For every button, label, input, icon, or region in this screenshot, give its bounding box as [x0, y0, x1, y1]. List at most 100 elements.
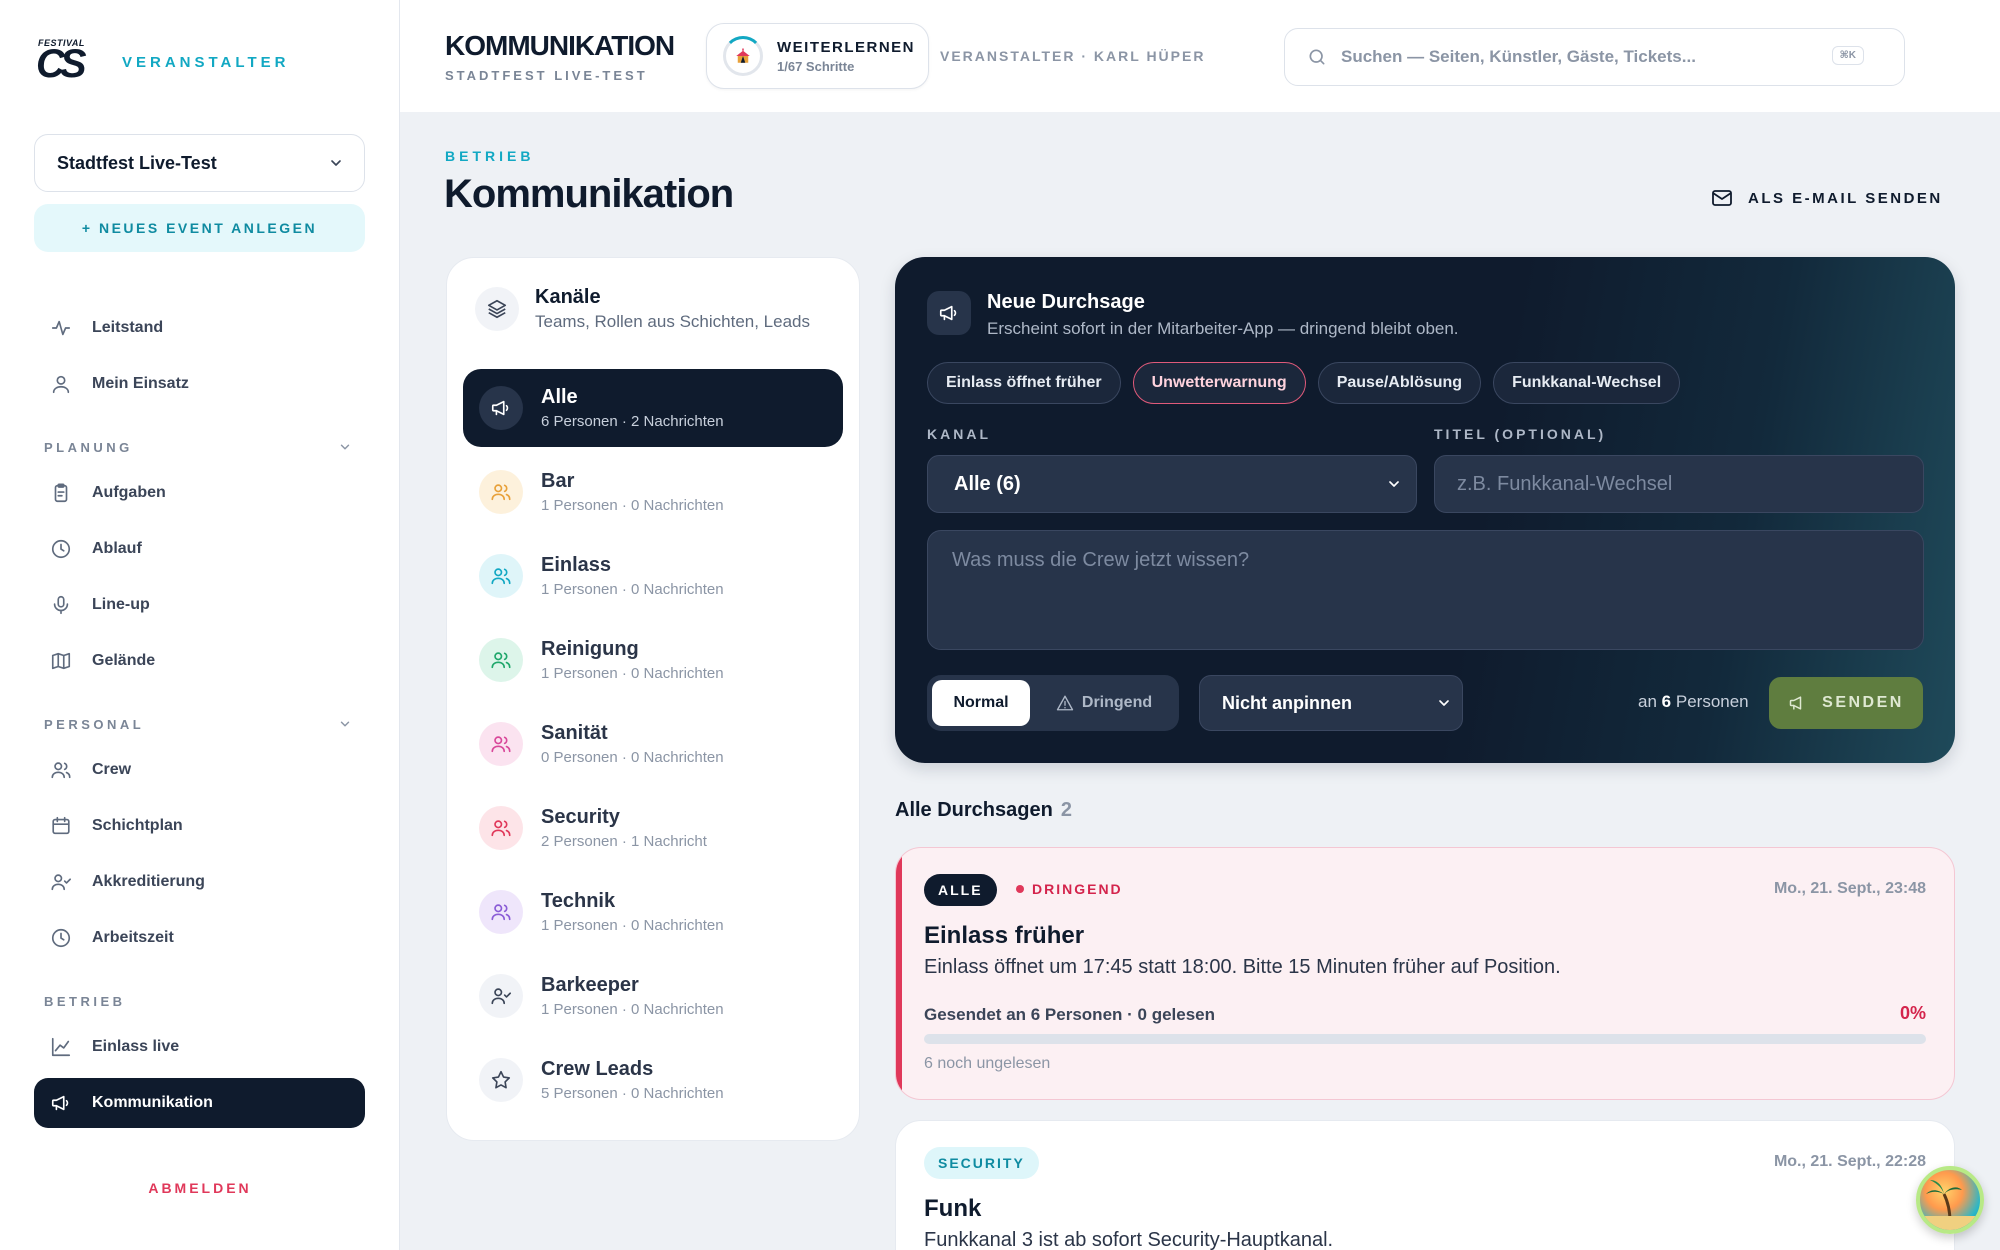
- send-as-email-label: ALS E-MAIL SENDEN: [1748, 189, 1943, 207]
- nav-item-label: Einlass live: [92, 1038, 180, 1055]
- nav-item-label: Kommunikation: [92, 1094, 213, 1111]
- channels-header: Kanäle Teams, Rollen aus Schichten, Lead…: [475, 286, 810, 332]
- brand[interactable]: FESTIVAL CS VERANSTALTER: [36, 38, 290, 86]
- channel-item-barkeeper[interactable]: Barkeeper 1 Personen · 0 Nachrichten: [463, 957, 843, 1035]
- announcement-date: Mo., 21. Sept., 23:48: [1773, 880, 1926, 897]
- nav-item-label: Akkreditierung: [92, 873, 205, 890]
- search-box[interactable]: ⌘K: [1284, 28, 1905, 86]
- nav-item-akkreditierung[interactable]: Akkreditierung: [34, 857, 365, 907]
- users-icon: [51, 762, 71, 779]
- recipient-suffix: Personen: [1675, 692, 1749, 711]
- send-label: SENDEN: [1822, 694, 1904, 711]
- nav-item-mein-einsatz[interactable]: Mein Einsatz: [34, 359, 365, 409]
- channel-item-crew-leads[interactable]: Crew Leads 5 Personen · 0 Nachrichten: [463, 1041, 843, 1119]
- recipient-count: an 6 Personen: [1638, 692, 1749, 712]
- nav-item-kommunikation[interactable]: Kommunikation: [34, 1078, 365, 1128]
- nav-item-label: Schichtplan: [92, 817, 183, 834]
- role-label: VERANSTALTER: [122, 53, 290, 71]
- search-input[interactable]: [1341, 47, 1811, 67]
- channel-name: Einlass: [541, 554, 612, 576]
- template-chip[interactable]: Pause/Ablösung: [1317, 362, 1482, 404]
- announcements-title: Alle Durchsagen: [895, 799, 1053, 821]
- chevron-down-icon: [331, 160, 341, 166]
- learn-progress-button[interactable]: WEITERLERNEN 1/67 Schritte: [706, 23, 929, 89]
- current-user: VERANSTALTER · KARL HÜPER: [940, 48, 1206, 64]
- template-chip[interactable]: Unwetterwarnung: [1132, 362, 1306, 404]
- title-input[interactable]: [1434, 455, 1924, 513]
- nav-item-schichtplan[interactable]: Schichtplan: [34, 801, 365, 851]
- announcement-read-percent: 0%: [1899, 1003, 1926, 1023]
- section-label-planung: PLANUNG: [44, 440, 133, 455]
- announcement-card[interactable]: SECURITY Mo., 21. Sept., 22:28 Funk Funk…: [895, 1120, 1955, 1250]
- recipient-prefix: an: [1638, 692, 1657, 711]
- chevron-down-icon[interactable]: [338, 717, 352, 731]
- nav-item-aufgaben[interactable]: Aufgaben: [34, 468, 365, 518]
- event-select[interactable]: Stadtfest Live-Test: [34, 134, 365, 192]
- users-icon: [479, 470, 523, 514]
- channel-item-alle[interactable]: Alle 6 Personen · 2 Nachrichten: [463, 369, 843, 447]
- nav-item-label: Mein Einsatz: [92, 375, 189, 392]
- channel-item-einlass[interactable]: Einlass 1 Personen · 0 Nachrichten: [463, 537, 843, 615]
- channels-subtitle: Teams, Rollen aus Schichten, Leads: [535, 312, 810, 331]
- channel-item-reinigung[interactable]: Reinigung 1 Personen · 0 Nachrichten: [463, 621, 843, 699]
- palm-beach-icon: [1920, 1180, 1980, 1230]
- users-icon: [479, 890, 523, 934]
- compose-panel: Neue Durchsage Erscheint sofort in der M…: [895, 257, 1955, 763]
- priority-normal-button[interactable]: Normal: [932, 680, 1030, 726]
- logo-main-text: CS: [36, 42, 87, 86]
- announcement-body: Einlass öffnet um 17:45 statt 18:00. Bit…: [924, 956, 1561, 978]
- new-event-button[interactable]: + NEUES EVENT ANLEGEN: [34, 204, 365, 252]
- nav-item-arbeitszeit[interactable]: Arbeitszeit: [34, 913, 365, 963]
- kanal-select[interactable]: Alle (6): [927, 455, 1417, 513]
- nav-item-leitstand[interactable]: Leitstand: [34, 303, 365, 353]
- announcement-date: Mo., 21. Sept., 22:28: [1773, 1153, 1926, 1170]
- template-chip[interactable]: Einlass öffnet früher: [927, 362, 1121, 404]
- nav-item-line-up[interactable]: Line-up: [34, 580, 365, 630]
- send-as-email-button[interactable]: ALS E-MAIL SENDEN: [1710, 186, 1943, 210]
- channel-name: Bar: [541, 470, 575, 492]
- channel-item-security[interactable]: Security 2 Personen · 1 Nachricht: [463, 789, 843, 867]
- channel-item-sanit-t[interactable]: Sanität 0 Personen · 0 Nachrichten: [463, 705, 843, 783]
- user-check-icon: [479, 974, 523, 1018]
- template-chip[interactable]: Funkkanal-Wechsel: [1493, 362, 1681, 404]
- channel-name: Alle: [541, 386, 578, 408]
- megaphone-icon: [1789, 696, 1802, 710]
- compose-title: Neue Durchsage: [987, 291, 1145, 313]
- pin-select[interactable]: Nicht anpinnen: [1199, 675, 1463, 731]
- priority-urgent-button[interactable]: Dringend: [1036, 680, 1172, 726]
- template-chips: Einlass öffnet früher Unwetterwarnung Pa…: [927, 362, 1681, 404]
- channel-meta: 0 Personen · 0 Nachrichten: [541, 749, 724, 766]
- chevron-down-icon: [1439, 700, 1449, 706]
- announcement-card[interactable]: ALLE DRINGEND Mo., 21. Sept., 23:48 Einl…: [895, 847, 1955, 1100]
- page-eyebrow: BETRIEB: [445, 148, 535, 164]
- announcements-heading: Alle Durchsagen 2: [895, 799, 1072, 822]
- sidebar: FESTIVAL CS VERANSTALTER Stadtfest Live-…: [0, 0, 400, 1250]
- message-textarea[interactable]: [927, 530, 1924, 650]
- nav-item-crew[interactable]: Crew: [34, 745, 365, 795]
- nav-item-label: Leitstand: [92, 319, 164, 336]
- logout-button[interactable]: ABMELDEN: [0, 1180, 400, 1196]
- assistant-avatar-button[interactable]: [1916, 1166, 1984, 1234]
- nav-item-label: Crew: [92, 761, 132, 778]
- channel-meta: 2 Personen · 1 Nachricht: [541, 833, 707, 850]
- nav-item-ablauf[interactable]: Ablauf: [34, 524, 365, 574]
- channels-panel: Kanäle Teams, Rollen aus Schichten, Lead…: [446, 257, 860, 1141]
- users-icon: [479, 806, 523, 850]
- channel-name: Reinigung: [541, 638, 639, 660]
- search-icon: [1309, 49, 1325, 65]
- calendar-icon: [52, 816, 70, 835]
- nav-item-gelaende[interactable]: Gelände: [34, 636, 365, 686]
- channel-item-technik[interactable]: Technik 1 Personen · 0 Nachrichten: [463, 873, 843, 951]
- nav-item-einlass-live[interactable]: Einlass live: [34, 1022, 365, 1072]
- map-icon: [51, 652, 71, 670]
- channel-name: Crew Leads: [541, 1058, 654, 1080]
- announcements-count: 2: [1060, 799, 1072, 821]
- channel-item-bar[interactable]: Bar 1 Personen · 0 Nachrichten: [463, 453, 843, 531]
- microphone-icon: [53, 595, 69, 615]
- chevron-down-icon[interactable]: [338, 440, 352, 454]
- send-button[interactable]: SENDEN: [1769, 677, 1923, 729]
- recipient-number: 6: [1661, 692, 1672, 711]
- section-label-betrieb: BETRIEB: [44, 994, 126, 1009]
- nav-item-label: Line-up: [92, 596, 150, 613]
- clock-icon: [51, 928, 71, 948]
